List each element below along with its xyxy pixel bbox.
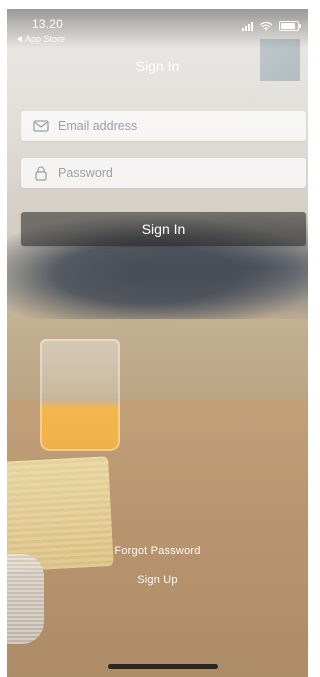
forgot-password-label: Forgot Password	[114, 545, 201, 557]
back-arrow-icon	[17, 36, 22, 42]
sign-in-button[interactable]: Sign In	[21, 212, 306, 246]
signal-icon	[242, 21, 253, 31]
battery-icon	[279, 21, 301, 31]
email-input[interactable]	[52, 111, 306, 141]
forgot-password-link[interactable]: Forgot Password	[7, 545, 308, 557]
status-time: 13.20	[32, 17, 64, 31]
lock-icon	[30, 162, 52, 184]
page-title: Sign In	[135, 58, 180, 74]
battery-level-fill	[281, 23, 295, 29]
home-indicator	[108, 664, 218, 669]
sign-up-link[interactable]: Sign Up	[7, 574, 308, 586]
email-field[interactable]	[21, 111, 306, 141]
back-to-app-store[interactable]: App Store	[17, 34, 65, 44]
password-field[interactable]	[21, 158, 306, 188]
phone-screen: 13.20 App Store Sign In Email address Si…	[7, 9, 308, 677]
wifi-icon	[259, 21, 273, 31]
back-app-label: App Store	[25, 34, 66, 44]
sign-up-label: Sign Up	[137, 574, 178, 586]
status-bar: 13.20 App Store	[7, 9, 308, 47]
status-icons	[242, 21, 301, 31]
sign-in-button-label: Sign In	[141, 221, 186, 237]
envelope-icon	[30, 115, 52, 137]
password-input[interactable]	[52, 158, 306, 188]
